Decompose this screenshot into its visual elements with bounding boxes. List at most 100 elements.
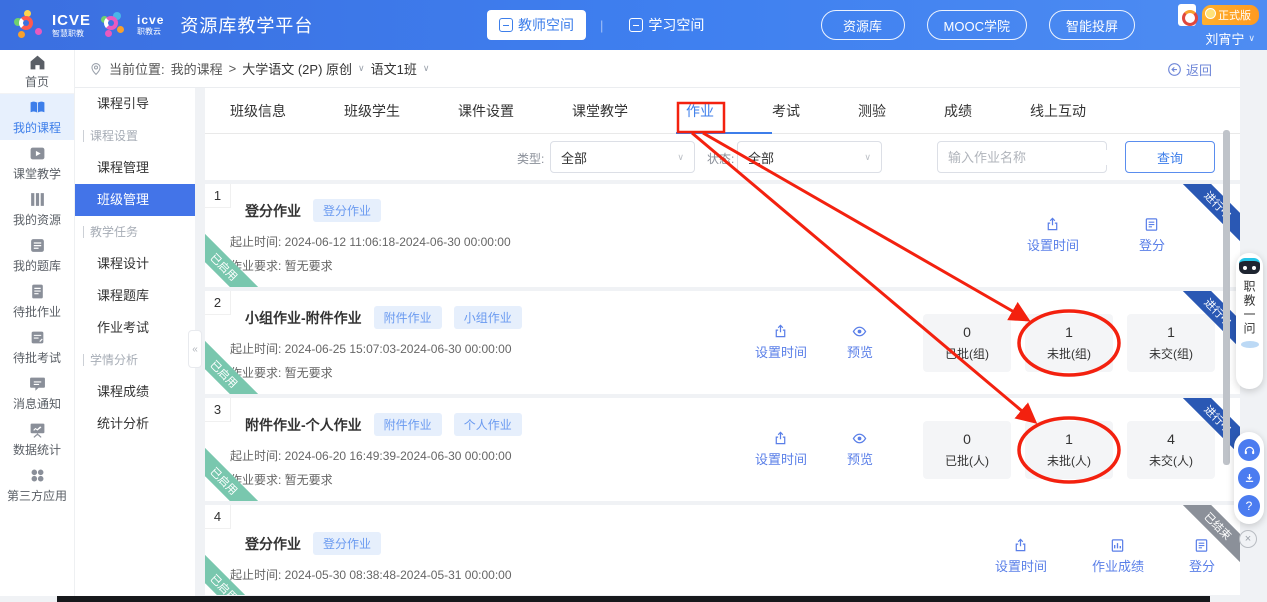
icve-zhijiaoyun-logo-icon	[99, 10, 129, 40]
headset-icon	[1243, 444, 1256, 457]
sidebar-collapse-handle[interactable]: «	[188, 330, 202, 368]
sidebar-item-data-statistics[interactable]: 数据统计	[0, 416, 74, 462]
chevron-down-icon: ∨	[1248, 33, 1255, 44]
tabs-and-filters-panel: 班级信息 班级学生 课件设置 课堂教学 作业 考试 测验 成绩 线上互动 类型:…	[205, 88, 1240, 180]
breadcrumb-class-dropdown[interactable]: 语文1班	[371, 59, 417, 78]
scrollbar-thumb[interactable]	[1223, 130, 1230, 465]
stat-reviewed[interactable]: 0 已批(组)	[923, 314, 1011, 372]
status-filter-select[interactable]: 全部 ∨	[737, 141, 882, 173]
learning-space-tab[interactable]: 学习空间	[617, 10, 716, 40]
sidebar-item-my-question-bank[interactable]: 我的题库	[0, 232, 74, 278]
tab-classroom-teaching[interactable]: 课堂教学	[572, 88, 628, 134]
homework-type-tag: 小组作业	[454, 306, 522, 329]
space-switcher: 教师空间 | 学习空间	[487, 10, 716, 40]
breadcrumb-separator: >	[229, 61, 237, 76]
card-index: 2	[205, 291, 231, 315]
homework-type-tag: 附件作业	[374, 306, 442, 329]
submenu-item-course-management[interactable]: 课程管理	[75, 152, 195, 184]
tab-quiz[interactable]: 测验	[858, 88, 886, 134]
submenu-item-course-grades[interactable]: 课程成绩	[75, 376, 195, 408]
homework-title[interactable]: 登分作业	[245, 201, 301, 221]
tab-homework[interactable]: 作业	[686, 88, 714, 134]
submenu-item-statistical-analysis[interactable]: 统计分析	[75, 408, 195, 440]
chevron-down-icon: ∨	[864, 152, 871, 163]
download-button[interactable]	[1238, 467, 1260, 489]
homework-requirement: 作业要求: 暂无要求	[230, 257, 1027, 274]
type-filter-label: 类型:	[517, 150, 544, 167]
score-sheet-icon	[1144, 217, 1159, 232]
homework-search-input[interactable]	[948, 150, 1124, 165]
homework-title[interactable]: 附件作业-个人作业	[245, 415, 362, 435]
submenu-item-class-management[interactable]: 班级管理	[75, 184, 195, 216]
sidebar-item-home[interactable]: 首页	[0, 50, 74, 94]
license-doc-icon[interactable]	[1178, 4, 1196, 26]
enter-score-button[interactable]: 登分	[1189, 538, 1215, 575]
help-button[interactable]: ?	[1238, 495, 1260, 517]
icve-zhihuizhijiao-logo-icon	[14, 10, 44, 40]
home-label: 首页	[25, 73, 49, 90]
sidebar-item-my-resources[interactable]: 我的资源	[0, 186, 74, 232]
sidebar-item-third-party-apps[interactable]: 第三方应用	[0, 462, 74, 508]
course-submenu: 课程引导 课程设置 课程管理 班级管理 教学任务 课程设计 课程题库 作业考试 …	[75, 88, 195, 596]
tab-exam[interactable]: 考试	[772, 88, 800, 134]
user-menu[interactable]: 刘宵宁 ∨	[1141, 29, 1259, 48]
preview-button[interactable]: 预览	[847, 324, 873, 361]
icve2-logo-text: icve 职教云	[137, 14, 164, 36]
assistant-widget[interactable]: 职教一问	[1236, 253, 1263, 389]
homework-grades-button[interactable]: 作业成绩	[1092, 538, 1144, 575]
homework-search-box	[937, 141, 1107, 173]
rail-label: 我的题库	[13, 257, 61, 274]
tab-online-interaction[interactable]: 线上互动	[1030, 88, 1086, 134]
set-time-button[interactable]: 设置时间	[1027, 217, 1079, 254]
sidebar-item-pending-exams[interactable]: 待批考试	[0, 324, 74, 370]
breadcrumb-course-dropdown[interactable]: 大学语文 (2P) 原创	[242, 59, 352, 78]
stat-reviewed[interactable]: 0 已批(人)	[923, 421, 1011, 479]
homework-title[interactable]: 登分作业	[245, 534, 301, 554]
homework-requirement: 作业要求: 暂无要求	[230, 471, 755, 488]
homework-type-tag: 登分作业	[313, 532, 381, 555]
message-icon	[29, 375, 46, 392]
homework-time-range: 起止时间: 2024-06-20 16:49:39-2024-06-30 00:…	[230, 447, 755, 464]
sidebar-item-classroom-teaching[interactable]: 课堂教学	[0, 140, 74, 186]
mooc-college-button[interactable]: MOOC学院	[927, 10, 1027, 40]
query-button[interactable]: 查询	[1125, 141, 1215, 173]
breadcrumb-my-courses[interactable]: 我的课程	[171, 59, 223, 78]
type-filter-select[interactable]: 全部 ∨	[550, 141, 695, 173]
smart-casting-button[interactable]: 智能投屏	[1049, 10, 1135, 40]
tab-courseware-settings[interactable]: 课件设置	[458, 88, 514, 134]
stat-unsubmitted[interactable]: 4 未交(人)	[1127, 421, 1215, 479]
tab-class-info[interactable]: 班级信息	[230, 88, 286, 134]
close-floating-button[interactable]: ×	[1239, 530, 1257, 548]
logo1-name: ICVE	[52, 13, 91, 28]
set-time-button[interactable]: 设置时间	[755, 324, 807, 361]
preview-eye-icon	[852, 324, 867, 339]
submenu-item-course-question-bank[interactable]: 课程题库	[75, 280, 195, 312]
sidebar-item-my-courses[interactable]: 我的课程	[0, 94, 74, 140]
back-button[interactable]: 返回	[1167, 50, 1212, 88]
preview-button[interactable]: 预览	[847, 431, 873, 468]
submenu-item-course-guide[interactable]: 课程引导	[75, 88, 195, 120]
rail-label: 数据统计	[13, 441, 61, 458]
sidebar-item-pending-homework[interactable]: 待批作业	[0, 278, 74, 324]
set-time-button[interactable]: 设置时间	[995, 538, 1047, 575]
sidebar-item-notifications[interactable]: 消息通知	[0, 370, 74, 416]
stat-unreviewed[interactable]: 1 未批(人)	[1025, 421, 1113, 479]
stat-unsubmitted[interactable]: 1 未交(组)	[1127, 314, 1215, 372]
homework-type-tag: 个人作业	[454, 413, 522, 436]
card-index: 3	[205, 398, 231, 422]
resource-library-button[interactable]: 资源库	[821, 10, 905, 40]
homework-title[interactable]: 小组作业-附件作业	[245, 308, 362, 328]
customer-service-button[interactable]	[1238, 439, 1260, 461]
filter-bar: 类型: 全部 ∨ 状态: 全部 ∨ 查询	[205, 134, 1240, 180]
logo1-sub: 智慧职教	[52, 30, 91, 38]
homework-stats: 0 已批(人) 1 未批(人) 4 未交(人)	[923, 421, 1215, 479]
stat-unreviewed[interactable]: 1 未批(组)	[1025, 314, 1113, 372]
tab-grades[interactable]: 成绩	[944, 88, 972, 134]
submenu-item-course-design[interactable]: 课程设计	[75, 248, 195, 280]
submenu-item-homework-exam[interactable]: 作业考试	[75, 312, 195, 344]
teacher-space-tab[interactable]: 教师空间	[487, 10, 586, 40]
tab-class-students[interactable]: 班级学生	[344, 88, 400, 134]
enter-score-button[interactable]: 登分	[1139, 217, 1165, 254]
set-time-button[interactable]: 设置时间	[755, 431, 807, 468]
rail-label: 待批作业	[13, 303, 61, 320]
